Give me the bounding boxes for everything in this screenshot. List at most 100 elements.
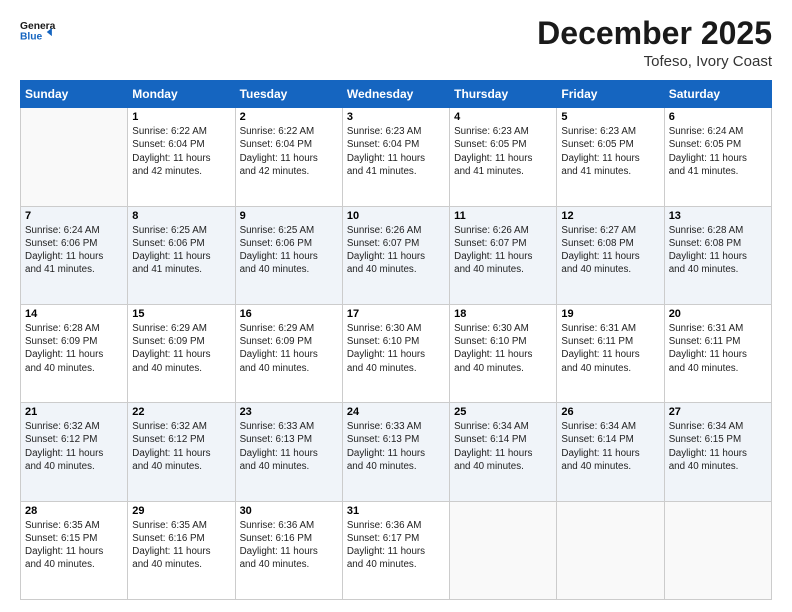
day-number: 19 [561,308,659,320]
calendar-cell: 27 Sunrise: 6:34 AM Sunset: 6:15 PM Dayli… [664,403,771,501]
calendar-day-header: Saturday [664,81,771,108]
day-detail: Sunrise: 6:25 AM Sunset: 6:06 PM Dayligh… [132,224,230,277]
calendar-cell: 5Sunrise: 6:23 AM Sunset: 6:05 PM Daylig… [557,108,664,206]
day-detail: Sunrise: 6:23 AM Sunset: 6:04 PM Dayligh… [347,125,445,178]
calendar-cell: 25Sunrise: 6:34 AM Sunset: 6:14 PM Dayli… [450,403,557,501]
calendar-cell: 6 Sunrise: 6:24 AM Sunset: 6:05 PM Daylig… [664,108,771,206]
calendar-cell: 24 Sunrise: 6:33 AM Sunset: 6:13 PM Dayli… [342,403,449,501]
day-detail: Sunrise: 6:34 AM Sunset: 6:15 PM Dayligh… [669,420,767,473]
calendar-cell: 21 Sunrise: 6:32 AM Sunset: 6:12 PM Dayli… [21,403,128,501]
calendar-cell: 16 Sunrise: 6:29 AM Sunset: 6:09 PM Dayli… [235,304,342,402]
calendar-cell: 11 Sunrise: 6:26 AM Sunset: 6:07 PM Dayli… [450,206,557,304]
day-number: 21 [25,406,123,418]
logo-icon: General Blue [20,16,56,44]
calendar-cell [664,501,771,599]
day-detail: Sunrise: 6:27 AM Sunset: 6:08 PM Dayligh… [561,224,659,277]
calendar-cell: 7 Sunrise: 6:24 AM Sunset: 6:06 PM Daylig… [21,206,128,304]
calendar-cell: 1 Sunrise: 6:22 AM Sunset: 6:04 PM Daylig… [128,108,235,206]
calendar-day-header: Thursday [450,81,557,108]
day-number: 7 [25,210,123,222]
calendar-week-row: 14Sunrise: 6:28 AM Sunset: 6:09 PM Dayli… [21,304,772,402]
day-detail: Sunrise: 6:32 AM Sunset: 6:12 PM Dayligh… [25,420,123,473]
calendar-cell: 9 Sunrise: 6:25 AM Sunset: 6:06 PM Daylig… [235,206,342,304]
day-number: 29 [132,505,230,517]
day-detail: Sunrise: 6:26 AM Sunset: 6:07 PM Dayligh… [347,224,445,277]
svg-text:Blue: Blue [20,31,43,42]
day-detail: Sunrise: 6:33 AM Sunset: 6:13 PM Dayligh… [347,420,445,473]
day-detail: Sunrise: 6:29 AM Sunset: 6:09 PM Dayligh… [240,322,338,375]
day-number: 24 [347,406,445,418]
day-detail: Sunrise: 6:36 AM Sunset: 6:16 PM Dayligh… [240,519,338,572]
day-number: 18 [454,308,552,320]
day-number: 8 [132,210,230,222]
day-detail: Sunrise: 6:26 AM Sunset: 6:07 PM Dayligh… [454,224,552,277]
day-number: 3 [347,111,445,123]
calendar-day-header: Tuesday [235,81,342,108]
day-number: 10 [347,210,445,222]
calendar-cell: 12Sunrise: 6:27 AM Sunset: 6:08 PM Dayli… [557,206,664,304]
calendar-cell: 13Sunrise: 6:28 AM Sunset: 6:08 PM Dayli… [664,206,771,304]
day-number: 6 [669,111,767,123]
day-detail: Sunrise: 6:24 AM Sunset: 6:06 PM Dayligh… [25,224,123,277]
day-detail: Sunrise: 6:30 AM Sunset: 6:10 PM Dayligh… [454,322,552,375]
day-number: 16 [240,308,338,320]
day-detail: Sunrise: 6:31 AM Sunset: 6:11 PM Dayligh… [669,322,767,375]
calendar-cell: 2Sunrise: 6:22 AM Sunset: 6:04 PM Daylig… [235,108,342,206]
page: General Blue December 2025 Tofeso, Ivory… [0,0,792,612]
calendar-cell: 23 Sunrise: 6:33 AM Sunset: 6:13 PM Dayli… [235,403,342,501]
calendar-cell: 18 Sunrise: 6:30 AM Sunset: 6:10 PM Dayli… [450,304,557,402]
day-number: 23 [240,406,338,418]
calendar-day-header: Friday [557,81,664,108]
main-title: December 2025 [537,16,772,51]
day-number: 27 [669,406,767,418]
day-detail: Sunrise: 6:28 AM Sunset: 6:09 PM Dayligh… [25,322,123,375]
header: General Blue December 2025 Tofeso, Ivory… [20,16,772,70]
calendar-cell: 19 Sunrise: 6:31 AM Sunset: 6:11 PM Dayli… [557,304,664,402]
day-number: 20 [669,308,767,320]
calendar-cell: 4 Sunrise: 6:23 AM Sunset: 6:05 PM Daylig… [450,108,557,206]
day-detail: Sunrise: 6:29 AM Sunset: 6:09 PM Dayligh… [132,322,230,375]
day-number: 9 [240,210,338,222]
calendar-cell: 20 Sunrise: 6:31 AM Sunset: 6:11 PM Dayli… [664,304,771,402]
calendar-cell: 3 Sunrise: 6:23 AM Sunset: 6:04 PM Daylig… [342,108,449,206]
day-number: 31 [347,505,445,517]
day-detail: Sunrise: 6:35 AM Sunset: 6:15 PM Dayligh… [25,519,123,572]
day-number: 30 [240,505,338,517]
calendar-cell: 26 Sunrise: 6:34 AM Sunset: 6:14 PM Dayli… [557,403,664,501]
calendar-cell: 10 Sunrise: 6:26 AM Sunset: 6:07 PM Dayli… [342,206,449,304]
day-detail: Sunrise: 6:23 AM Sunset: 6:05 PM Dayligh… [561,125,659,178]
day-detail: Sunrise: 6:30 AM Sunset: 6:10 PM Dayligh… [347,322,445,375]
subtitle: Tofeso, Ivory Coast [537,53,772,70]
calendar-cell: 15 Sunrise: 6:29 AM Sunset: 6:09 PM Dayli… [128,304,235,402]
calendar-week-row: 21 Sunrise: 6:32 AM Sunset: 6:12 PM Dayli… [21,403,772,501]
day-detail: Sunrise: 6:31 AM Sunset: 6:11 PM Dayligh… [561,322,659,375]
calendar-cell: 8 Sunrise: 6:25 AM Sunset: 6:06 PM Daylig… [128,206,235,304]
day-detail: Sunrise: 6:22 AM Sunset: 6:04 PM Dayligh… [240,125,338,178]
day-detail: Sunrise: 6:24 AM Sunset: 6:05 PM Dayligh… [669,125,767,178]
day-number: 11 [454,210,552,222]
day-number: 4 [454,111,552,123]
calendar-cell: 22Sunrise: 6:32 AM Sunset: 6:12 PM Dayli… [128,403,235,501]
day-detail: Sunrise: 6:23 AM Sunset: 6:05 PM Dayligh… [454,125,552,178]
day-detail: Sunrise: 6:22 AM Sunset: 6:04 PM Dayligh… [132,125,230,178]
calendar-cell [21,108,128,206]
day-number: 1 [132,111,230,123]
calendar-header-row: SundayMondayTuesdayWednesdayThursdayFrid… [21,81,772,108]
calendar-cell: 28 Sunrise: 6:35 AM Sunset: 6:15 PM Dayli… [21,501,128,599]
logo-svg: General Blue [20,16,56,44]
day-detail: Sunrise: 6:34 AM Sunset: 6:14 PM Dayligh… [561,420,659,473]
day-detail: Sunrise: 6:25 AM Sunset: 6:06 PM Dayligh… [240,224,338,277]
day-number: 26 [561,406,659,418]
logo: General Blue [20,16,56,44]
calendar-day-header: Sunday [21,81,128,108]
day-detail: Sunrise: 6:32 AM Sunset: 6:12 PM Dayligh… [132,420,230,473]
day-number: 15 [132,308,230,320]
calendar-cell [450,501,557,599]
calendar-cell: 29Sunrise: 6:35 AM Sunset: 6:16 PM Dayli… [128,501,235,599]
day-detail: Sunrise: 6:33 AM Sunset: 6:13 PM Dayligh… [240,420,338,473]
day-number: 28 [25,505,123,517]
day-number: 13 [669,210,767,222]
calendar-day-header: Wednesday [342,81,449,108]
calendar-table: SundayMondayTuesdayWednesdayThursdayFrid… [20,80,772,600]
title-block: December 2025 Tofeso, Ivory Coast [537,16,772,70]
